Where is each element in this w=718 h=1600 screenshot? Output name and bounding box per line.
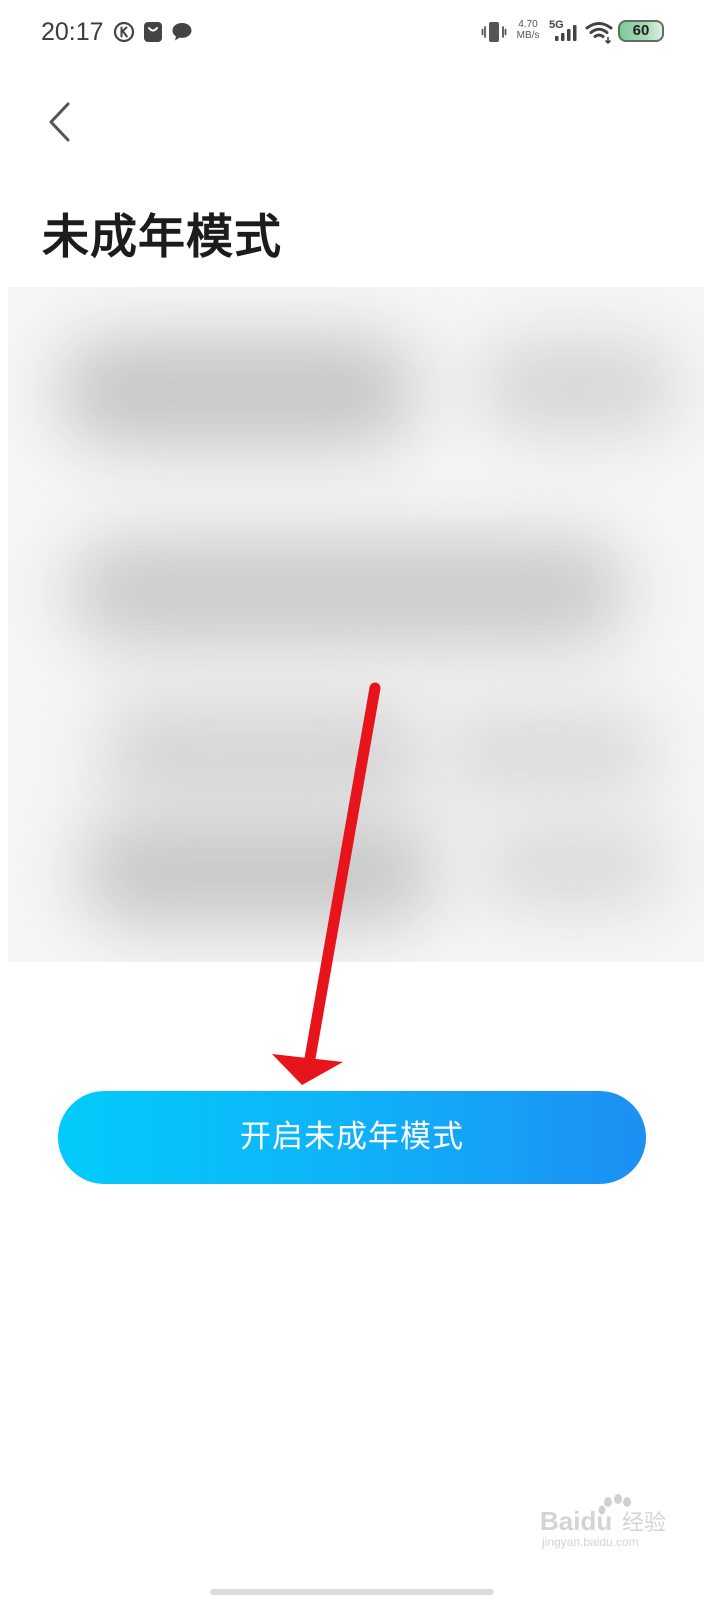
cell-signal-icon xyxy=(555,25,577,41)
chat-bubble-icon xyxy=(172,23,192,41)
wifi-icon xyxy=(585,22,613,44)
enable-minor-mode-button[interactable]: 开启未成年模式 xyxy=(58,1091,646,1184)
k-app-icon xyxy=(113,21,135,43)
status-time: 20:17 xyxy=(41,18,104,46)
network-speed-value: 4.70 xyxy=(518,19,538,30)
baidu-jingyan-watermark: Baidu 经验 jingyan.baidu.com xyxy=(540,1494,666,1549)
watermark-brand: Baidu xyxy=(540,1506,612,1536)
network-speed: 4.70 MB/s xyxy=(513,19,543,41)
back-button[interactable] xyxy=(36,92,88,152)
chevron-left-icon xyxy=(49,102,70,142)
watermark-brand-suffix: 经验 xyxy=(622,1511,666,1536)
home-indicator[interactable] xyxy=(210,1589,494,1595)
battery-level: 60 xyxy=(632,22,650,39)
network-speed-unit: MB/s xyxy=(516,30,540,41)
battery-icon: 60 xyxy=(618,20,664,42)
shopping-bag-icon xyxy=(144,22,162,42)
blurred-content-area xyxy=(8,287,704,962)
page-title: 未成年模式 xyxy=(42,210,282,265)
vibrate-icon xyxy=(481,22,507,42)
status-bar: 20:17 4.70 MB/s 5G 60 xyxy=(0,0,718,64)
watermark-url: jingyan.baidu.com xyxy=(541,1535,639,1549)
